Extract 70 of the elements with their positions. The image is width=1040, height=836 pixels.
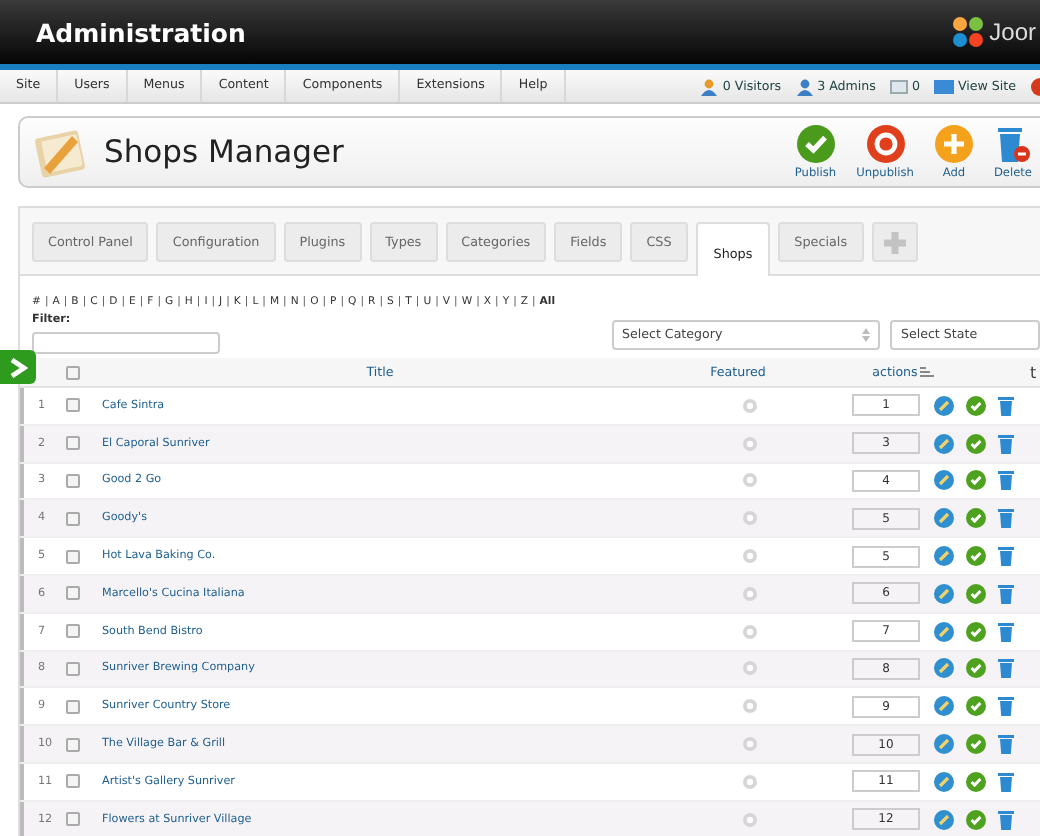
- checkbox[interactable]: [65, 812, 79, 827]
- pencil-icon[interactable]: [934, 734, 954, 755]
- checkbox[interactable]: [65, 774, 79, 789]
- trash-icon[interactable]: [998, 470, 1014, 491]
- checkbox[interactable]: [65, 398, 79, 413]
- check-icon: [795, 124, 836, 164]
- trash-icon[interactable]: [998, 809, 1014, 830]
- trash-icon[interactable]: [998, 508, 1014, 529]
- pencil-icon[interactable]: [934, 658, 954, 679]
- monitor-icon: [933, 79, 954, 93]
- header-title: Administration: [36, 17, 246, 47]
- sort-icon: [862, 328, 871, 342]
- trash-icon[interactable]: [998, 734, 1014, 755]
- pencil-icon[interactable]: [934, 809, 954, 830]
- trash-icon: [994, 124, 1031, 164]
- trash-icon[interactable]: [998, 696, 1014, 717]
- checkbox[interactable]: [65, 473, 79, 488]
- pencil-icon[interactable]: [934, 771, 954, 792]
- check-icon[interactable]: [966, 621, 986, 642]
- trash-icon[interactable]: [998, 395, 1014, 416]
- sidebar-toggle[interactable]: [0, 350, 36, 384]
- check-icon[interactable]: [966, 546, 986, 567]
- pencil-icon[interactable]: [934, 546, 954, 567]
- pencil-icon[interactable]: [934, 583, 954, 604]
- trash-icon[interactable]: [998, 621, 1014, 642]
- checkbox[interactable]: [65, 737, 79, 752]
- checkbox[interactable]: [65, 586, 79, 601]
- trash-icon[interactable]: [998, 583, 1014, 604]
- trash-icon[interactable]: [998, 433, 1014, 454]
- pencil-icon[interactable]: [934, 433, 954, 454]
- checkbox[interactable]: [65, 699, 79, 714]
- check-icon[interactable]: [966, 583, 986, 604]
- check-icon[interactable]: [966, 809, 986, 830]
- pencil-icon[interactable]: [934, 621, 954, 642]
- check-icon[interactable]: [966, 771, 986, 792]
- trash-icon[interactable]: [998, 658, 1014, 679]
- logout-icon[interactable]: [1030, 77, 1040, 95]
- pencil-icon[interactable]: [934, 508, 954, 529]
- sort-icon: [919, 365, 936, 379]
- check-icon[interactable]: [966, 734, 986, 755]
- checkbox[interactable]: [65, 661, 79, 676]
- stop-icon: [865, 124, 906, 164]
- check-icon[interactable]: [966, 395, 986, 416]
- trash-icon[interactable]: [998, 771, 1014, 792]
- mail-icon: [889, 79, 908, 93]
- column-header: t: [1030, 363, 1037, 381]
- check-icon[interactable]: [966, 470, 986, 491]
- pencil-icon[interactable]: [934, 395, 954, 416]
- checkbox[interactable]: [65, 624, 79, 639]
- checkbox[interactable]: [65, 549, 79, 564]
- add-tab-button[interactable]: [871, 222, 918, 262]
- logo-icon: [949, 14, 986, 50]
- check-icon[interactable]: [966, 658, 986, 679]
- checkbox[interactable]: [65, 365, 79, 379]
- pencil-icon[interactable]: [934, 696, 954, 717]
- page-title: Shops Manager: [104, 134, 344, 170]
- logo-text: Joor: [989, 18, 1036, 46]
- trash-icon[interactable]: [998, 546, 1014, 567]
- check-icon[interactable]: [966, 433, 986, 454]
- user-icon: [795, 77, 814, 95]
- check-icon[interactable]: [966, 508, 986, 529]
- checkbox[interactable]: [65, 436, 79, 451]
- plus-icon: [933, 124, 974, 164]
- pencil-icon[interactable]: [934, 470, 954, 491]
- checkbox[interactable]: [65, 511, 79, 526]
- user-icon: [700, 77, 719, 95]
- check-icon[interactable]: [966, 696, 986, 717]
- chevron-icon: [9, 357, 27, 377]
- filter-field[interactable]: [32, 332, 220, 354]
- plus-icon: [881, 229, 908, 255]
